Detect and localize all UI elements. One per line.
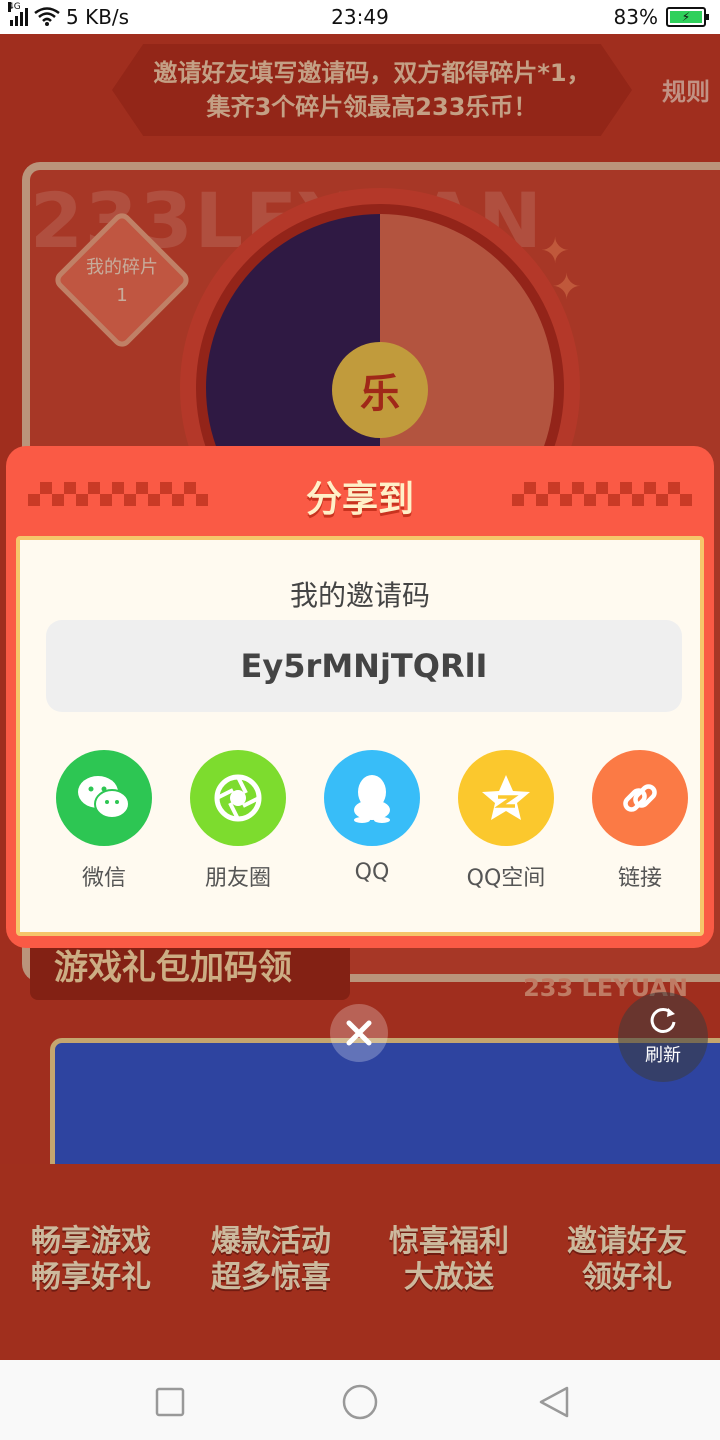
share-qzone-label: QQ空间	[466, 866, 546, 891]
refresh-icon	[650, 1007, 676, 1033]
share-qq-button[interactable]: QQ	[302, 750, 442, 885]
share-wechat-label: 微信	[81, 866, 126, 891]
qzone-icon	[458, 750, 554, 846]
wechat-icon	[56, 750, 152, 846]
share-link-button[interactable]: 链接	[570, 750, 710, 892]
refresh-label: 刷新	[645, 1045, 681, 1066]
share-moments-button[interactable]: 朋友圈	[168, 750, 308, 892]
charging-bolt-icon: ⚡	[670, 10, 702, 24]
share-moments-label: 朋友圈	[204, 866, 271, 891]
clock: 23:49	[331, 5, 389, 29]
share-dialog: 分享到 我的邀请码 Ey5rMNjTQRlI 微信 朋友圈 QQ QQ空间 链接	[6, 446, 714, 948]
link-icon	[592, 750, 688, 846]
close-dialog-button[interactable]	[330, 1004, 388, 1062]
share-targets: 微信 朋友圈 QQ QQ空间 链接	[20, 750, 700, 900]
share-qq-label: QQ	[354, 860, 390, 885]
share-link-label: 链接	[617, 866, 662, 891]
system-nav-bar	[0, 1360, 720, 1440]
recents-button[interactable]	[150, 1382, 190, 1422]
home-icon	[342, 1384, 378, 1420]
share-wechat-button[interactable]: 微信	[34, 750, 174, 892]
refresh-button[interactable]: 刷新	[618, 992, 708, 1082]
battery-percent: 83%	[613, 5, 658, 29]
close-icon	[346, 1020, 372, 1046]
dialog-title: 分享到	[305, 479, 414, 520]
invite-code-heading: 我的邀请码	[289, 579, 430, 612]
qq-icon	[324, 750, 420, 846]
status-bar: 4G 5 KB/s 23:49 83% ⚡	[0, 0, 720, 34]
back-icon	[539, 1386, 569, 1418]
invite-code-value[interactable]: Ey5rMNjTQRlI	[46, 620, 682, 712]
moments-icon	[190, 750, 286, 846]
invite-card: 我的邀请码 Ey5rMNjTQRlI 微信 朋友圈 QQ QQ空间 链接	[16, 536, 704, 936]
back-button[interactable]	[534, 1382, 574, 1422]
battery-icon: ⚡	[666, 7, 709, 27]
home-button[interactable]	[340, 1382, 380, 1422]
status-right: 83% ⚡	[613, 5, 709, 29]
recents-icon	[155, 1387, 185, 1417]
share-qzone-button[interactable]: QQ空间	[436, 750, 576, 892]
